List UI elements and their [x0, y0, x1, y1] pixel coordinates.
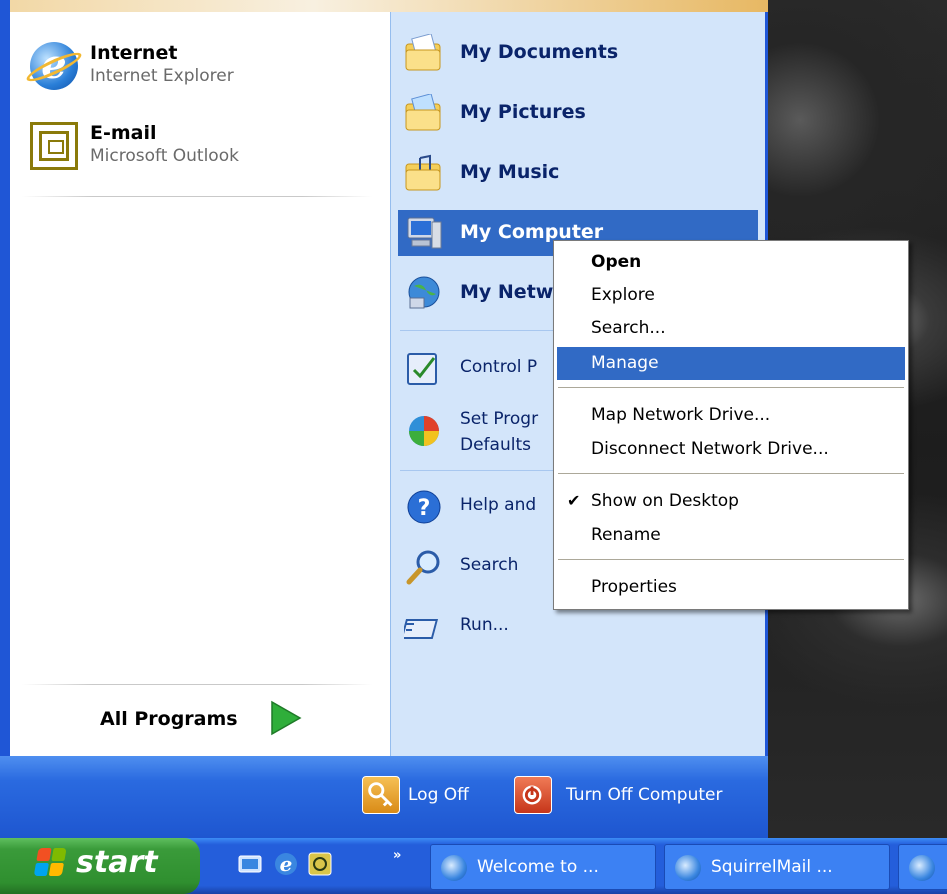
internet-explorer-icon: e	[23, 42, 85, 90]
my-pictures-label: My Pictures	[460, 101, 586, 123]
outlook-icon	[30, 122, 78, 170]
ctx-separator	[558, 473, 904, 474]
start-label: start	[76, 845, 158, 880]
pinned-email-subtitle: Microsoft Outlook	[90, 146, 239, 166]
internet-explorer-icon	[441, 855, 467, 881]
run-icon	[404, 619, 439, 639]
taskbar-button-partial[interactable]	[898, 844, 947, 890]
ctx-rename-label: Rename	[591, 525, 661, 545]
run-item[interactable]: Run...	[398, 604, 758, 650]
internet-explorer-icon	[909, 855, 935, 881]
ctx-explore-label: Explore	[591, 285, 655, 305]
my-music-item[interactable]: My Music	[398, 150, 758, 196]
pinned-internet[interactable]: e Internet Internet Explorer	[23, 36, 360, 98]
run-label: Run...	[460, 615, 509, 635]
start-menu-top-edge	[10, 0, 768, 12]
set-program-access-label-2: Defaults	[460, 435, 531, 455]
search-label: Search	[460, 555, 519, 575]
ctx-open-label: Open	[591, 252, 642, 272]
pinned-internet-title: Internet	[90, 42, 178, 64]
ctx-disconnect-network-drive-label: Disconnect Network Drive...	[591, 439, 829, 459]
taskbar-button-squirrelmail[interactable]: SquirrelMail ...	[664, 844, 890, 890]
taskbar-button-welcome[interactable]: Welcome to ...	[430, 844, 656, 890]
control-panel-icon	[407, 353, 437, 385]
my-documents-icon	[405, 34, 441, 71]
ctx-rename[interactable]: Rename	[557, 519, 905, 552]
ctx-map-network-drive[interactable]: Map Network Drive...	[557, 399, 905, 432]
taskbar-button-squirrelmail-label: SquirrelMail ...	[711, 857, 833, 877]
log-off-button[interactable]: Log Off	[408, 785, 469, 805]
pinned-email[interactable]: E-mail Microsoft Outlook	[30, 116, 360, 178]
ctx-open[interactable]: Open	[557, 246, 905, 279]
left-separator-bottom	[22, 684, 372, 685]
control-panel-label: Control P	[460, 357, 538, 377]
windows-logo-icon	[33, 848, 68, 878]
checkmark-icon: ✔	[567, 491, 581, 510]
svg-text:?: ?	[418, 496, 431, 521]
ctx-properties[interactable]: Properties	[557, 571, 905, 604]
help-icon: ?	[407, 490, 441, 524]
ctx-separator	[558, 387, 904, 388]
media-player-icon[interactable]	[306, 850, 334, 878]
internet-explorer-icon[interactable]: e	[272, 850, 300, 878]
ctx-search-label: Search...	[591, 318, 666, 338]
ctx-map-network-drive-label: Map Network Drive...	[591, 405, 771, 425]
my-network-places-icon	[408, 276, 440, 309]
set-program-access-icon	[409, 416, 439, 446]
my-documents-label: My Documents	[460, 41, 619, 63]
ctx-disconnect-network-drive[interactable]: Disconnect Network Drive...	[557, 433, 905, 466]
taskbar-button-welcome-label: Welcome to ...	[477, 857, 599, 877]
pinned-internet-subtitle: Internet Explorer	[90, 66, 234, 86]
all-programs-label[interactable]: All Programs	[100, 708, 238, 730]
my-documents-item[interactable]: My Documents	[398, 30, 758, 76]
my-computer-icon	[407, 217, 442, 249]
ctx-search[interactable]: Search...	[557, 312, 905, 345]
ctx-show-on-desktop-label: Show on Desktop	[591, 491, 739, 511]
help-and-support-label: Help and	[460, 495, 537, 515]
search-icon	[406, 550, 440, 585]
my-music-label: My Music	[460, 161, 560, 183]
my-pictures-item[interactable]: My Pictures	[398, 90, 758, 136]
quick-launch-chevron-icon[interactable]: »	[393, 848, 401, 863]
ctx-properties-label: Properties	[591, 577, 677, 597]
set-program-access-label: Set Progr	[460, 409, 539, 429]
pinned-email-title: E-mail	[90, 122, 157, 144]
svg-text:e: e	[280, 852, 293, 876]
left-separator	[22, 196, 372, 197]
internet-explorer-icon	[675, 855, 701, 881]
ctx-separator	[558, 559, 904, 560]
turn-off-computer-button[interactable]: Turn Off Computer	[566, 785, 722, 805]
ctx-explore[interactable]: Explore	[557, 279, 905, 312]
ctx-manage-label: Manage	[591, 353, 659, 373]
log-off-icon[interactable]	[362, 776, 400, 814]
my-music-icon	[405, 154, 441, 191]
ctx-show-on-desktop[interactable]: ✔ Show on Desktop	[557, 485, 905, 518]
all-programs-arrow-icon[interactable]	[268, 700, 302, 736]
my-network-places-label: My Netw	[460, 281, 554, 303]
show-desktop-icon[interactable]	[236, 850, 264, 878]
my-pictures-icon	[405, 94, 441, 131]
ctx-manage[interactable]: Manage	[557, 347, 905, 380]
context-menu: Open Explore Search... Manage Map Networ…	[553, 240, 909, 610]
turn-off-icon[interactable]	[514, 776, 552, 814]
